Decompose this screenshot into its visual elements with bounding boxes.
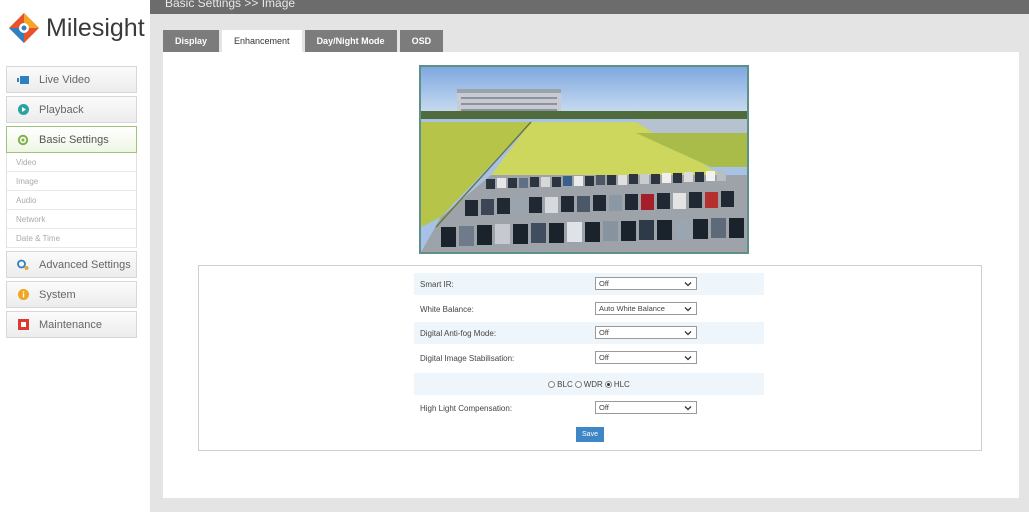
tab-osd[interactable]: OSD xyxy=(399,30,444,52)
radio-hlc-label: HLC xyxy=(613,379,630,389)
radio-wdr-label: WDR xyxy=(583,379,603,389)
white-balance-value: Auto White Balance xyxy=(599,304,665,313)
submenu-item-network[interactable]: Network xyxy=(7,210,136,229)
stabilisation-row: Digital Image Stabilisation: Off xyxy=(414,347,764,369)
white-balance-row: White Balance: Auto White Balance xyxy=(414,298,764,320)
radio-wdr[interactable]: WDR xyxy=(574,379,603,389)
brand-name: Milesight xyxy=(46,13,145,42)
submenu-item-audio[interactable]: Audio xyxy=(7,191,136,210)
tab-display[interactable]: Display xyxy=(163,30,220,52)
tab-bar: Display Enhancement Day/Night Mode OSD xyxy=(163,30,446,52)
hlc-row: High Light Compensation: Off xyxy=(414,397,764,419)
smart-ir-value: Off xyxy=(599,279,609,288)
playback-icon xyxy=(17,104,29,116)
stabilisation-label: Digital Image Stabilisation: xyxy=(420,354,515,363)
chevron-down-icon xyxy=(684,406,692,411)
stabilisation-value: Off xyxy=(599,353,609,362)
sidebar-item-basic-settings[interactable]: Basic Settings xyxy=(6,126,137,153)
white-balance-select[interactable]: Auto White Balance xyxy=(595,302,697,315)
antifog-row: Digital Anti-fog Mode: Off xyxy=(414,322,764,344)
radio-blc-label: BLC xyxy=(557,379,573,389)
chevron-down-icon xyxy=(684,356,692,361)
sidebar-item-label: Live Video xyxy=(39,73,91,86)
compensation-mode-radios: BLC WDR HLC xyxy=(414,373,764,395)
save-button[interactable]: Save xyxy=(576,427,604,442)
main-menu: Live Video Playback Basic Settings Video… xyxy=(6,66,137,341)
radio-hlc-dot[interactable] xyxy=(604,380,612,388)
radio-wdr-dot[interactable] xyxy=(574,380,582,388)
radio-blc-dot[interactable] xyxy=(548,380,556,388)
sidebar-item-maintenance[interactable]: Maintenance xyxy=(6,311,137,338)
sidebar-item-label: Maintenance xyxy=(39,318,102,331)
camera-preview xyxy=(419,65,749,254)
sidebar-item-label: Playback xyxy=(39,103,84,116)
submenu-item-video[interactable]: Video xyxy=(7,153,136,172)
sidebar-item-label: Basic Settings xyxy=(39,133,109,146)
sidebar-item-live-video[interactable]: Live Video xyxy=(6,66,137,93)
maintenance-icon xyxy=(17,319,29,331)
info-icon xyxy=(17,289,29,301)
antifog-label: Digital Anti-fog Mode: xyxy=(420,329,497,338)
tab-day-night-mode[interactable]: Day/Night Mode xyxy=(304,30,397,52)
sidebar-item-label: Advanced Settings xyxy=(39,258,131,271)
milesight-logo-icon xyxy=(8,12,40,44)
sidebar-item-playback[interactable]: Playback xyxy=(6,96,137,123)
smart-ir-select[interactable]: Off xyxy=(595,277,697,290)
sidebar-item-label: System xyxy=(39,288,76,301)
gear-icon xyxy=(17,134,29,146)
basic-settings-submenu: Video Image Audio Network Date & Time xyxy=(6,153,137,248)
chevron-down-icon xyxy=(684,307,692,312)
brand-logo: Milesight xyxy=(8,10,145,46)
chevron-down-icon xyxy=(684,331,692,336)
white-balance-label: White Balance: xyxy=(420,305,474,314)
breadcrumb-bar: Basic Settings >> Image xyxy=(150,0,1029,14)
antifog-value: Off xyxy=(599,328,609,337)
sidebar: Milesight Live Video Playback Basic Sett… xyxy=(0,0,150,512)
live-video-icon xyxy=(17,74,29,86)
stabilisation-select[interactable]: Off xyxy=(595,351,697,364)
hlc-label: High Light Compensation: xyxy=(420,404,513,413)
antifog-select[interactable]: Off xyxy=(595,326,697,339)
chevron-down-icon xyxy=(684,282,692,287)
advanced-gear-icon xyxy=(17,259,29,271)
hlc-select[interactable]: Off xyxy=(595,401,697,414)
smart-ir-row: Smart IR: Off xyxy=(414,273,764,295)
preview-image xyxy=(421,67,747,252)
sidebar-item-system[interactable]: System xyxy=(6,281,137,308)
hlc-value: Off xyxy=(599,403,609,412)
breadcrumb: Basic Settings >> Image xyxy=(165,0,296,10)
smart-ir-label: Smart IR: xyxy=(420,280,454,289)
radio-blc[interactable]: BLC xyxy=(548,380,573,389)
submenu-item-image[interactable]: Image xyxy=(7,172,136,191)
radio-hlc[interactable]: HLC xyxy=(604,379,630,389)
submenu-item-date-time[interactable]: Date & Time xyxy=(7,229,136,248)
sidebar-item-advanced-settings[interactable]: Advanced Settings xyxy=(6,251,137,278)
tab-enhancement[interactable]: Enhancement xyxy=(222,30,302,52)
